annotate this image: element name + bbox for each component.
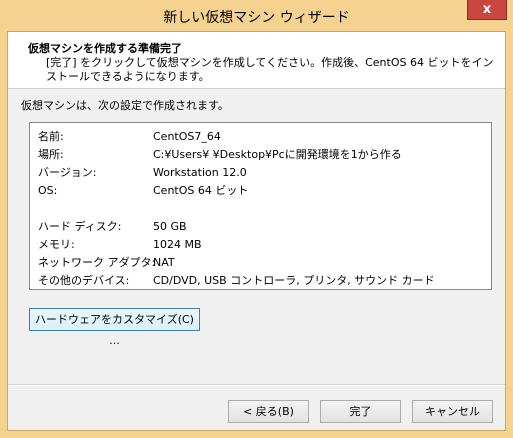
footer-divider: [8, 384, 505, 386]
window-title: 新しい仮想マシン ウィザード: [163, 10, 350, 26]
summary-label: 場所:: [38, 148, 64, 161]
title-bar[interactable]: 新しい仮想マシン ウィザード x: [0, 0, 513, 32]
summary-label: その他のデバイス:: [38, 274, 130, 287]
header-panel: 仮想マシンを作成する準備完了 [完了] をクリックして仮想マシンを作成してくださ…: [8, 32, 505, 89]
page-description: [完了] をクリックして仮想マシンを作成してください。作成後、CentOS 64…: [46, 56, 494, 83]
close-button[interactable]: x: [467, 0, 507, 20]
summary-row-location: 場所: C:¥Users¥ ¥Desktop¥Pcに開発環境を1から作る: [38, 147, 488, 163]
wizard-client-area: 仮想マシンを作成する準備完了 [完了] をクリックして仮想マシンを作成してくださ…: [7, 31, 506, 431]
intro-text: 仮想マシンは、次の設定で作成されます。: [21, 99, 229, 112]
summary-row-version: バージョン: Workstation 12.0: [38, 165, 488, 181]
close-icon: x: [482, 2, 492, 17]
summary-value: Workstation 12.0: [153, 166, 247, 179]
summary-value: 1024 MB: [153, 238, 202, 251]
summary-label: OS:: [38, 184, 58, 197]
finish-button[interactable]: 完了: [320, 400, 401, 423]
summary-label: バージョン:: [38, 166, 97, 179]
summary-row-other-devices: その他のデバイス: CD/DVD, USB コントローラ, プリンタ, サウンド…: [38, 273, 488, 289]
summary-value: C:¥Users¥ ¥Desktop¥Pcに開発環境を1から作る: [153, 148, 402, 161]
summary-value: CentOS7_64: [153, 130, 221, 143]
summary-value: 50 GB: [153, 220, 187, 233]
summary-value: CD/DVD, USB コントローラ, プリンタ, サウンド カード: [153, 274, 435, 287]
cancel-button[interactable]: キャンセル: [412, 400, 493, 423]
summary-value: CentOS 64 ビット: [153, 184, 249, 197]
summary-row-name: 名前: CentOS7_64: [38, 129, 488, 145]
settings-summary-box[interactable]: 名前: CentOS7_64 場所: C:¥Users¥ ¥Desktop¥Pc…: [29, 122, 492, 290]
wizard-window: 新しい仮想マシン ウィザード x 仮想マシンを作成する準備完了 [完了] をクリ…: [0, 0, 513, 438]
summary-value: NAT: [153, 256, 175, 269]
summary-label: ネットワーク アダプタ:: [38, 256, 156, 269]
summary-row-os: OS: CentOS 64 ビット: [38, 183, 488, 199]
summary-row-memory: メモリ: 1024 MB: [38, 237, 488, 253]
summary-label: ハード ディスク:: [38, 220, 122, 233]
summary-row-network-adapter: ネットワーク アダプタ: NAT: [38, 255, 488, 271]
summary-label: メモリ:: [38, 238, 75, 251]
summary-label: 名前:: [38, 130, 64, 143]
back-button[interactable]: < 戻る(B): [228, 400, 309, 423]
customize-hardware-button[interactable]: ハードウェアをカスタマイズ(C) ...: [29, 308, 200, 347]
page-title: 仮想マシンを作成する準備完了: [28, 42, 182, 55]
summary-row-hard-disk: ハード ディスク: 50 GB: [38, 219, 488, 235]
